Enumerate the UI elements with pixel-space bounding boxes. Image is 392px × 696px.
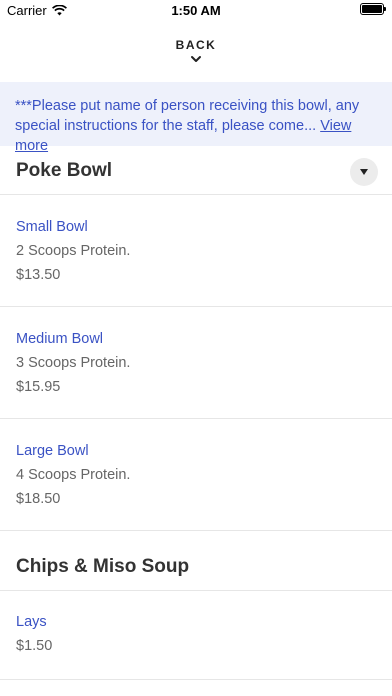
item-price: $13.50 (16, 267, 61, 283)
menu-item-medium-bowl[interactable]: Medium Bowl 3 Scoops Protein. $15.95 (0, 308, 392, 419)
item-description: 3 Scoops Protein. (16, 355, 131, 371)
item-name: Small Bowl (16, 219, 88, 235)
section-title: Chips & Miso Soup (16, 555, 190, 577)
status-time: 1:50 AM (171, 3, 221, 18)
menu-item-small-bowl[interactable]: Small Bowl 2 Scoops Protein. $13.50 (0, 196, 392, 307)
item-price: $18.50 (16, 491, 61, 507)
menu-item-lays[interactable]: Lays $1.50 (0, 592, 392, 680)
item-name: Lays (16, 614, 47, 630)
item-name: Large Bowl (16, 443, 89, 459)
section-header-poke-bowl: Poke Bowl (0, 147, 392, 195)
item-description: 4 Scoops Protein. (16, 467, 131, 483)
menu-item-large-bowl[interactable]: Large Bowl 4 Scoops Protein. $18.50 (0, 420, 392, 531)
item-description: 2 Scoops Protein. (16, 243, 131, 259)
instructions-notice: ***Please put name of person receiving t… (0, 82, 392, 154)
status-right (360, 3, 386, 15)
back-button[interactable]: BACK (0, 38, 392, 64)
section-header-chips-miso-soup: Chips & Miso Soup (0, 543, 392, 591)
item-name: Medium Bowl (16, 331, 104, 347)
chevron-down-icon (191, 56, 201, 62)
section-title: Poke Bowl (16, 159, 113, 181)
battery-icon (360, 3, 386, 15)
section-toggle-button[interactable] (350, 158, 378, 186)
item-price: $1.50 (16, 638, 53, 654)
caret-down-icon (360, 169, 368, 175)
back-label: BACK (175, 38, 217, 52)
status-bar: Carrier 1:50 AM (0, 0, 392, 22)
notice-text: ***Please put name of person receiving t… (15, 98, 360, 134)
item-price: $15.95 (16, 379, 61, 395)
